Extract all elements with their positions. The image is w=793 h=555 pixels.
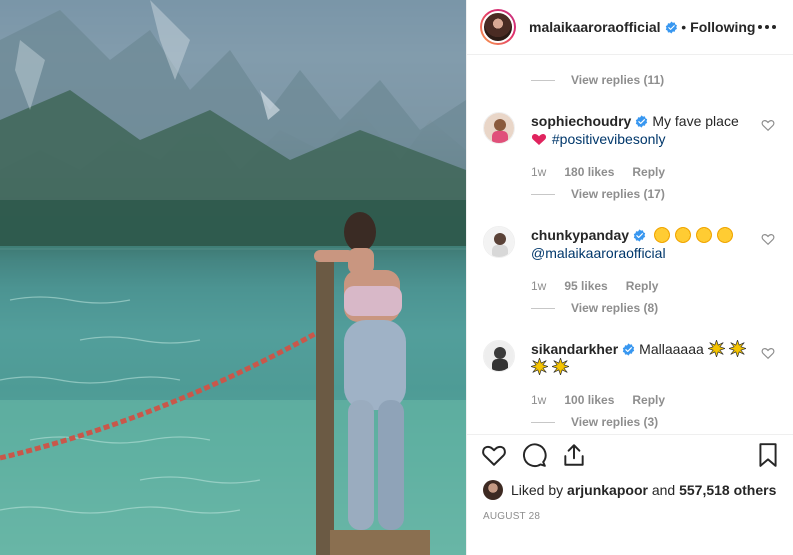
- commenter-avatar[interactable]: [483, 226, 515, 258]
- comment-body: sophiechoudry My fave place #positivevibe…: [531, 112, 753, 148]
- replies-divider: [531, 193, 555, 195]
- verified-badge-icon: [622, 343, 635, 356]
- commenter-avatar[interactable]: [483, 340, 515, 372]
- post-date[interactable]: AUGUST 28: [483, 511, 540, 522]
- red-heart-emoji-icon: [531, 134, 547, 145]
- comment-body: sikandarkher Mallaaaaa: [531, 340, 753, 376]
- comment-username[interactable]: sikandarkher: [531, 341, 618, 357]
- clipped-previous-text: [531, 56, 535, 64]
- view-replies-label: View replies (17): [571, 187, 665, 201]
- replies-divider: [531, 421, 555, 423]
- comment-text: Mallaaaaa: [639, 341, 704, 357]
- replies-divider: [531, 307, 555, 309]
- comment-icon[interactable]: [521, 442, 547, 468]
- comment-hashtag[interactable]: #positivevibesonly: [552, 131, 666, 147]
- comment-age[interactable]: 1w: [531, 393, 546, 407]
- liker-username[interactable]: arjunkapoor: [567, 482, 648, 498]
- collision-emoji-icon: [728, 340, 746, 357]
- grinning-emoji-icon: [674, 227, 691, 243]
- post-header: malaikaaroraofficial • Following: [467, 0, 793, 55]
- bookmark-icon[interactable]: [755, 442, 781, 468]
- reply-button[interactable]: Reply: [626, 279, 659, 293]
- collision-emoji-icon: [531, 358, 548, 375]
- like-comment-heart-icon[interactable]: [761, 118, 775, 132]
- follow-separator: •: [681, 19, 687, 35]
- reply-button[interactable]: Reply: [632, 165, 665, 179]
- likes-conjunction: and: [651, 482, 676, 498]
- likes-prefix: Liked by: [511, 482, 564, 498]
- author-avatar-image: [482, 11, 514, 43]
- verified-badge-icon: [636, 115, 648, 128]
- verified-badge-icon: [665, 20, 677, 34]
- like-comment-heart-icon[interactable]: [761, 346, 775, 360]
- view-replies-label: View replies (8): [571, 301, 659, 315]
- verified-badge-icon: [633, 229, 646, 242]
- comment-text: My fave place: [652, 113, 739, 129]
- collision-emoji-icon: [551, 358, 569, 375]
- replies-divider: [531, 79, 555, 81]
- comment-username[interactable]: chunkypanday: [531, 227, 629, 243]
- liker-avatar[interactable]: [483, 480, 503, 500]
- likes-others[interactable]: 557,518 others: [679, 482, 776, 498]
- post-photo[interactable]: [0, 0, 466, 555]
- collision-emoji-icon: [707, 340, 725, 357]
- share-icon[interactable]: [561, 442, 587, 468]
- likes-summary: Liked by arjunkapoor and 557,518 others: [483, 480, 777, 500]
- comment-mention[interactable]: @malaikaaroraofficial: [531, 245, 666, 261]
- grinning-emoji-icon: [716, 227, 733, 243]
- comment-meta: 1w 95 likes Reply: [531, 279, 676, 293]
- like-comment-heart-icon[interactable]: [761, 232, 775, 246]
- view-replies-label: View replies (11): [571, 73, 665, 87]
- view-replies-button[interactable]: View replies (11): [531, 73, 664, 87]
- comments-list[interactable]: View replies (11) sophiechoudry My fave p…: [467, 56, 793, 434]
- photo-scene: [0, 0, 466, 555]
- view-replies-button[interactable]: View replies (8): [531, 301, 658, 315]
- reply-button[interactable]: Reply: [632, 393, 665, 407]
- comment-body: chunkypanday @malaikaaroraofficial: [531, 226, 753, 262]
- more-options-icon[interactable]: [755, 15, 779, 39]
- view-replies-button[interactable]: View replies (3): [531, 415, 658, 429]
- comment-meta: 1w 100 likes Reply: [531, 393, 683, 407]
- comment-age[interactable]: 1w: [531, 165, 546, 179]
- comment-likes[interactable]: 95 likes: [564, 279, 607, 293]
- view-replies-button[interactable]: View replies (17): [531, 187, 665, 201]
- view-replies-label: View replies (3): [571, 415, 659, 429]
- author-username[interactable]: malaikaaroraofficial: [529, 19, 661, 35]
- post-details-panel: malaikaaroraofficial • Following View re…: [466, 0, 793, 555]
- comment-likes[interactable]: 180 likes: [564, 165, 614, 179]
- commenter-avatar[interactable]: [483, 112, 515, 144]
- comment-meta: 1w 180 likes Reply: [531, 165, 683, 179]
- comment-likes[interactable]: 100 likes: [564, 393, 614, 407]
- star-struck-emoji-icon: [695, 227, 712, 243]
- post-actions-bar: [467, 434, 793, 474]
- author-avatar[interactable]: [480, 9, 516, 45]
- comment-username[interactable]: sophiechoudry: [531, 113, 631, 129]
- heart-icon[interactable]: [481, 442, 507, 468]
- following-button[interactable]: Following: [690, 19, 755, 35]
- comment-age[interactable]: 1w: [531, 279, 546, 293]
- star-struck-emoji-icon: [653, 227, 670, 243]
